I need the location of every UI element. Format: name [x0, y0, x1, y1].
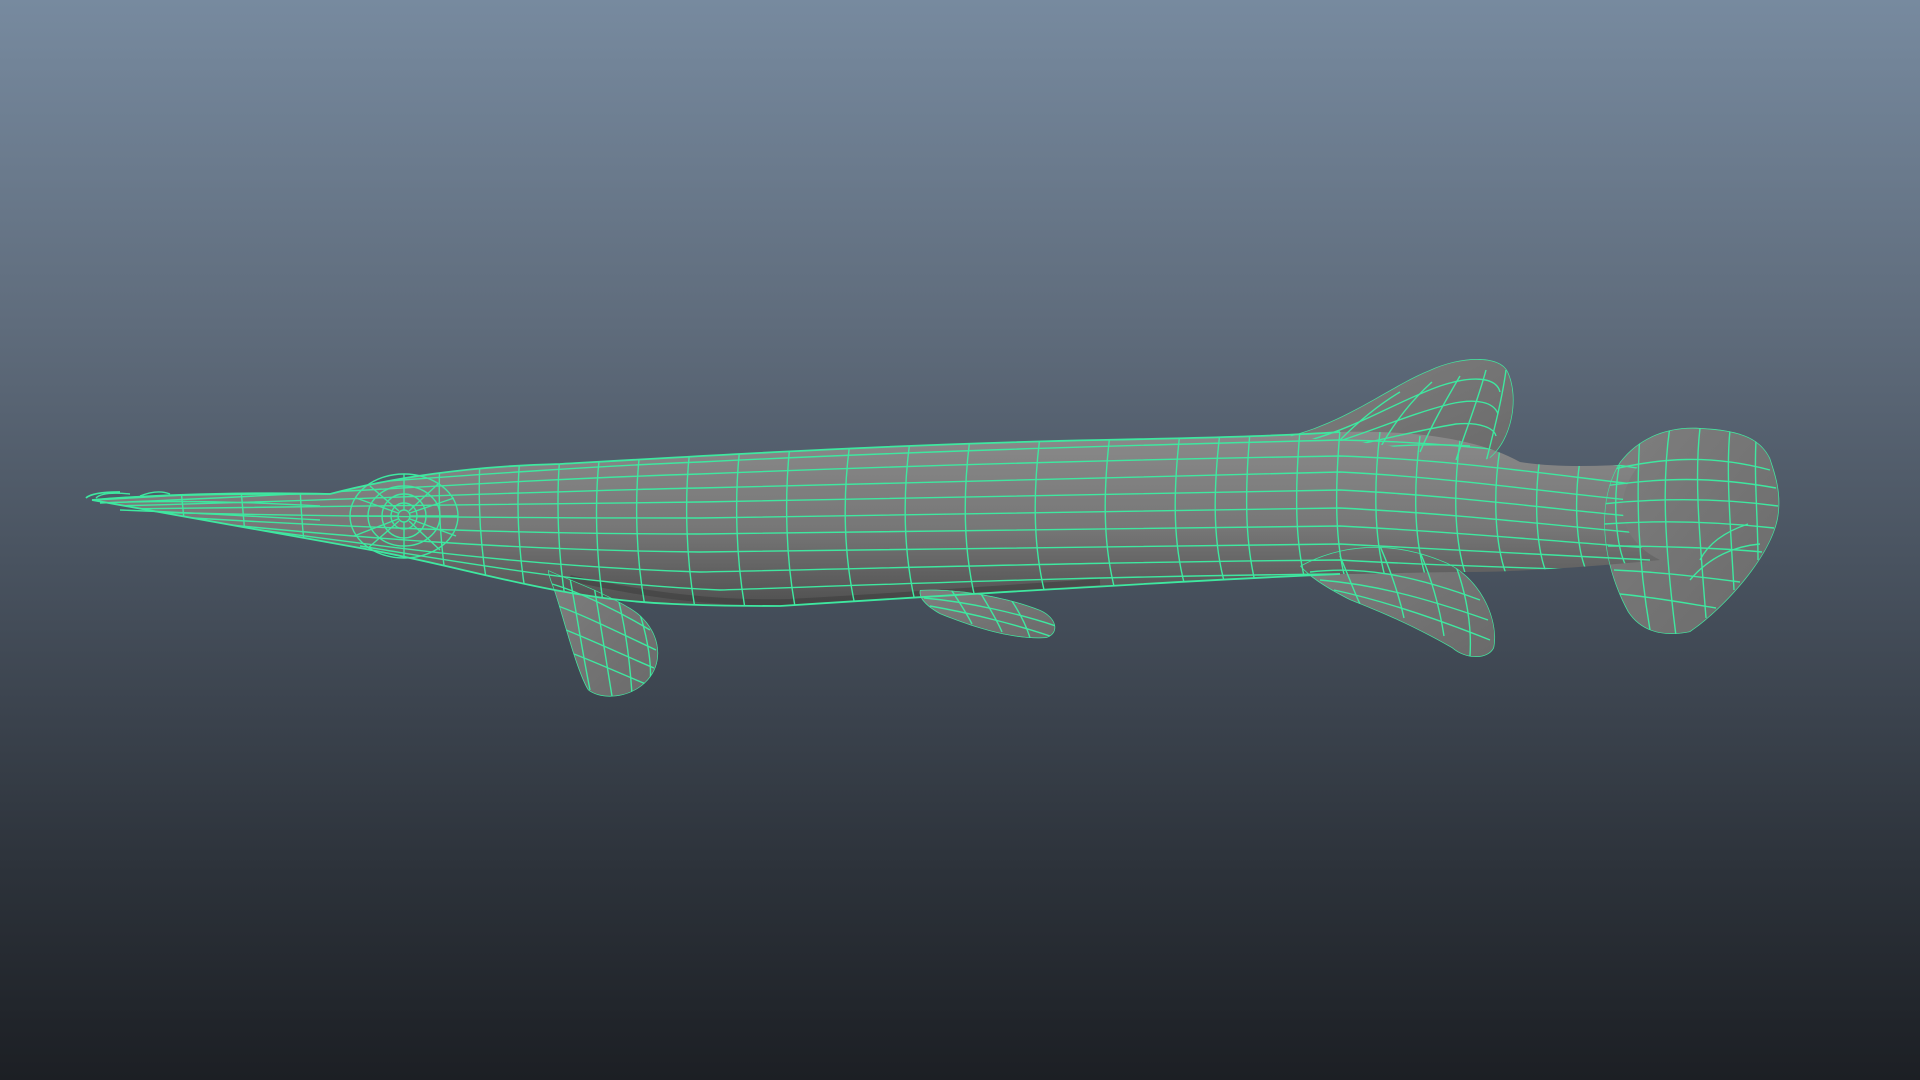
3d-viewport[interactable]: [0, 0, 1920, 1080]
fish-mesh[interactable]: [0, 0, 1920, 1080]
shaded-surface: [92, 359, 1780, 697]
